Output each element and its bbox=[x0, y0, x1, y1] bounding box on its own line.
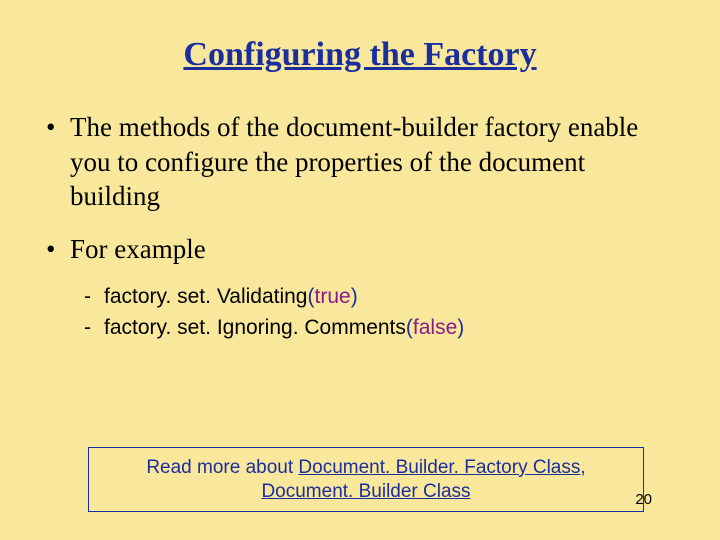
code-paren-close: ) bbox=[351, 285, 358, 308]
slide-title: Configuring the Factory bbox=[40, 36, 680, 74]
footer-lead: Read more about bbox=[146, 457, 298, 478]
slide: Configuring the Factory The methods of t… bbox=[0, 0, 720, 540]
code-paren-close: ) bbox=[457, 316, 464, 339]
code-line: factory. set. Ignoring. Comments(false) bbox=[40, 315, 680, 342]
code-literal-true: true bbox=[315, 285, 351, 308]
footer-sep: , bbox=[580, 457, 585, 478]
footer-note: Read more about Document. Builder. Facto… bbox=[88, 447, 644, 512]
footer-link[interactable]: Document. Builder Class bbox=[261, 481, 470, 502]
code-literal-false: false bbox=[413, 316, 457, 339]
bullet-item: The methods of the document-builder fact… bbox=[40, 110, 680, 214]
code-paren-open: ( bbox=[406, 316, 413, 339]
bullet-list: The methods of the document-builder fact… bbox=[40, 110, 680, 342]
page-number: 20 bbox=[635, 491, 652, 508]
code-text: factory. set. Validating bbox=[104, 285, 308, 308]
footer-link[interactable]: Document. Builder. Factory Class bbox=[298, 457, 580, 478]
code-line: factory. set. Validating(true) bbox=[40, 284, 680, 311]
bullet-item: For example bbox=[40, 232, 680, 267]
code-text: factory. set. Ignoring. Comments bbox=[104, 316, 406, 339]
code-paren-open: ( bbox=[308, 285, 315, 308]
